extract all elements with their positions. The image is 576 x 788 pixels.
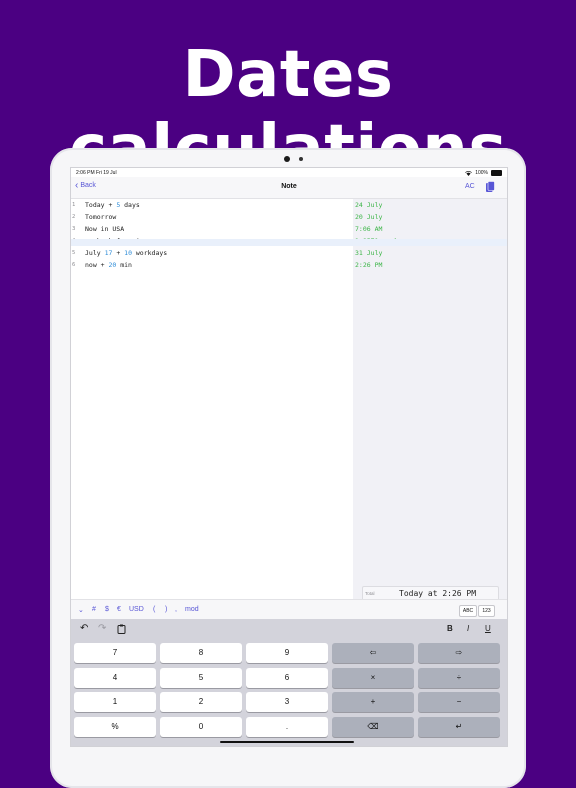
accessory-key[interactable]: € — [117, 606, 121, 613]
text-token: days — [120, 201, 140, 209]
keyboard-key[interactable]: 5 — [160, 667, 242, 688]
nav-bar: ‹ Back Note AC — [71, 177, 507, 199]
wifi-icon — [465, 170, 473, 176]
keyboard-key[interactable]: ⌫ — [332, 716, 414, 737]
line-number: 1 — [72, 202, 76, 208]
text-token: + — [112, 249, 125, 257]
keyboard-key[interactable]: + — [332, 692, 414, 712]
line-number: 2 — [72, 214, 76, 220]
status-bar: 2:06 PM Fri 19 Jul 100% — [71, 168, 507, 177]
line-text: now + 20 min — [85, 261, 132, 269]
keyboard-key[interactable]: ⇨ — [418, 643, 500, 663]
accessory-key[interactable]: # — [92, 606, 96, 613]
accessory-key[interactable]: ) — [165, 606, 167, 613]
accessory-key[interactable]: ( — [153, 606, 155, 613]
keyboard-key[interactable]: 1 — [74, 692, 156, 712]
keyboard-key[interactable]: × — [332, 667, 414, 688]
line-text: Tomorrow — [85, 213, 116, 221]
shortcut-bar: ↶ ↷ B I U — [71, 619, 507, 639]
status-right: 100% — [465, 170, 502, 176]
keyboard-key[interactable]: 8 — [160, 643, 242, 663]
keyboard-key[interactable]: ⇦ — [332, 643, 414, 663]
result-value: 2:26 PM — [355, 261, 383, 269]
total-label: Total — [365, 591, 375, 596]
underline-button[interactable]: U — [485, 623, 491, 635]
all-clear-button[interactable]: AC — [465, 183, 475, 190]
italic-button[interactable]: I — [467, 623, 469, 635]
keyboard-key[interactable]: 3 — [246, 692, 328, 712]
keyboard-key[interactable]: ↵ — [418, 716, 500, 737]
keyboard-key[interactable]: . — [246, 716, 328, 737]
text-token: workdays — [131, 249, 168, 257]
text-token: Now in USA — [85, 225, 125, 233]
line-text: Today + 5 days — [85, 201, 140, 209]
line-number: 6 — [72, 262, 76, 268]
result-value: 24 July — [355, 201, 383, 209]
result-value: 7:06 AM — [355, 225, 383, 233]
results-column: 24 July20 July7:06 AM1.8571 weeks31 July… — [353, 199, 507, 599]
keyboard-key[interactable]: 4 — [74, 667, 156, 688]
battery-icon — [491, 170, 502, 176]
redo-icon[interactable]: ↷ — [98, 623, 106, 635]
status-time: 2:06 PM Fri 19 Jul — [76, 170, 117, 176]
keyboard-key[interactable]: − — [418, 692, 500, 712]
calculator-keyboard: 7 8 9 ⇦ ⇨ 4 5 6 × ÷ 1 2 3 + −% 0. ⌫ ↵ — [71, 639, 507, 746]
copy-icon[interactable] — [485, 181, 495, 193]
battery-percent: 100% — [475, 170, 488, 176]
paste-icon[interactable] — [117, 624, 126, 634]
keyboard-key[interactable]: ÷ — [418, 667, 500, 688]
page-title: Note — [281, 183, 297, 190]
app-screen: 2:06 PM Fri 19 Jul 100% ‹ Back Note AC 1… — [70, 167, 508, 747]
keyboard-key[interactable]: 7 — [74, 643, 156, 663]
collapse-keyboard-icon[interactable]: ⌄ — [78, 606, 84, 614]
text-token: July — [85, 249, 105, 257]
accessory-key[interactable]: $ — [105, 606, 109, 613]
camera-sensor — [299, 157, 303, 161]
keyboard-key[interactable]: 9 — [246, 643, 328, 663]
undo-icon[interactable]: ↶ — [80, 623, 88, 635]
line-number: 3 — [72, 226, 76, 232]
keyboard-key[interactable]: 2 — [160, 692, 242, 712]
text-token: min — [116, 261, 132, 269]
numeric-mode-button[interactable]: 123 — [478, 605, 495, 617]
text-token: Today + — [85, 201, 117, 209]
line-text: July 17 + 10 workdays — [85, 249, 167, 257]
accessory-key[interactable]: , — [175, 606, 177, 613]
accessory-bar: ⌄ # $ € USD (), mod ABC 123 — [71, 599, 507, 620]
total-value: Today at 2:26 PM — [399, 589, 477, 598]
text-token: now + — [85, 261, 109, 269]
line-number: 5 — [72, 250, 76, 256]
abc-mode-button[interactable]: ABC — [459, 605, 477, 617]
ipad-frame: 2:06 PM Fri 19 Jul 100% ‹ Back Note AC 1… — [50, 148, 526, 788]
home-indicator — [220, 741, 354, 743]
active-line-highlight — [71, 239, 507, 246]
keyboard-key[interactable]: 6 — [246, 667, 328, 688]
camera — [284, 156, 290, 162]
keyboard-key[interactable]: 0 — [160, 716, 242, 737]
result-value: 31 July — [355, 249, 383, 257]
note-editor[interactable]: 1Today + 5 days2Tomorrow3Now in USA4week… — [71, 199, 353, 599]
number-token: 10 — [124, 249, 132, 257]
result-value: 20 July — [355, 213, 383, 221]
text-token: Tomorrow — [85, 213, 117, 221]
line-text: Now in USA — [85, 225, 124, 233]
accessory-key[interactable]: mod — [185, 606, 199, 613]
bold-button[interactable]: B — [447, 623, 453, 635]
keyboard-key[interactable]: % — [74, 716, 156, 737]
accessory-key[interactable]: USD — [129, 606, 144, 613]
